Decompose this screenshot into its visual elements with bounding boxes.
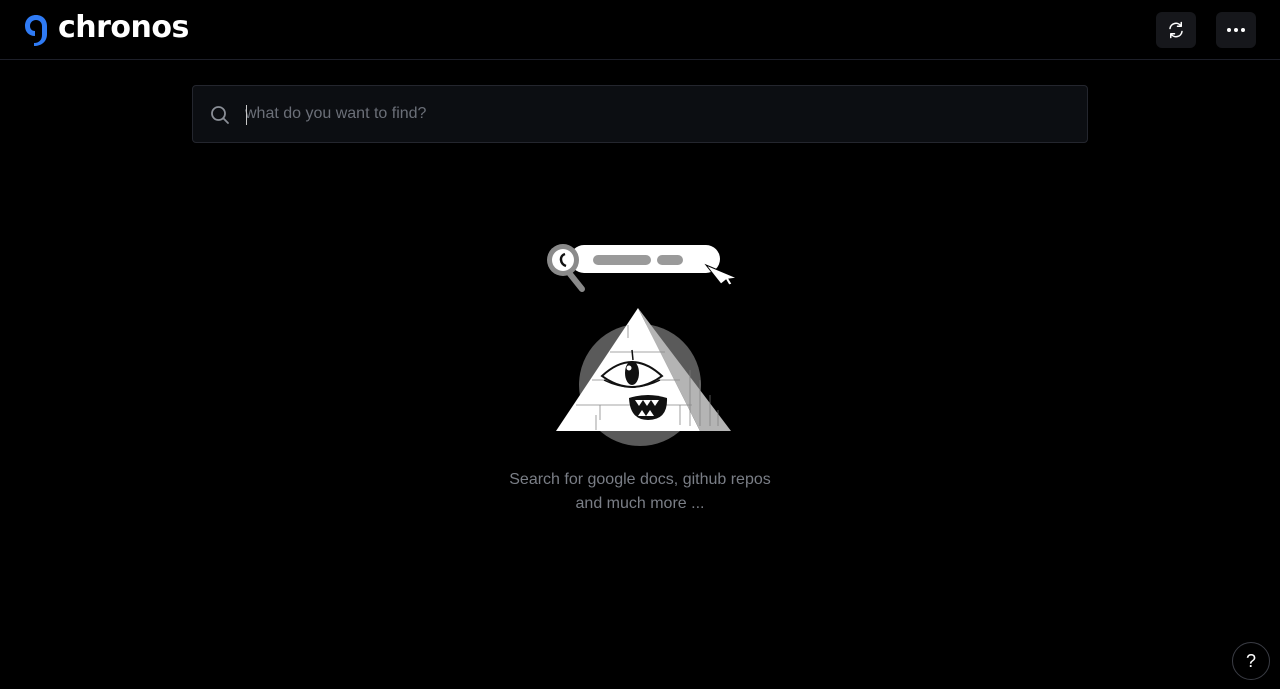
search-icon — [211, 106, 229, 124]
search-input[interactable] — [245, 86, 1065, 142]
brand-name: chronos — [58, 10, 189, 45]
empty-state-message: Search for google docs, github repos and… — [440, 468, 840, 516]
empty-state-illustration — [547, 244, 739, 446]
more-options-button[interactable] — [1216, 12, 1256, 48]
app-root: chronos what do you want to find? Search… — [0, 0, 1280, 689]
refresh-icon — [1169, 21, 1183, 39]
empty-state-line-1: Search for google docs, github repos — [509, 471, 771, 488]
top-bar: chronos — [0, 0, 1280, 60]
help-label: ? — [1245, 650, 1256, 671]
chronos-logo-icon — [25, 15, 47, 46]
refresh-button[interactable] — [1156, 12, 1196, 48]
brand[interactable]: chronos — [23, 10, 189, 48]
help-button[interactable]: ? — [1232, 642, 1270, 680]
empty-state-line-2: and much more ... — [575, 495, 705, 512]
more-horizontal-icon — [1227, 28, 1245, 32]
search-bar[interactable] — [192, 85, 1088, 143]
text-caret — [246, 105, 247, 125]
